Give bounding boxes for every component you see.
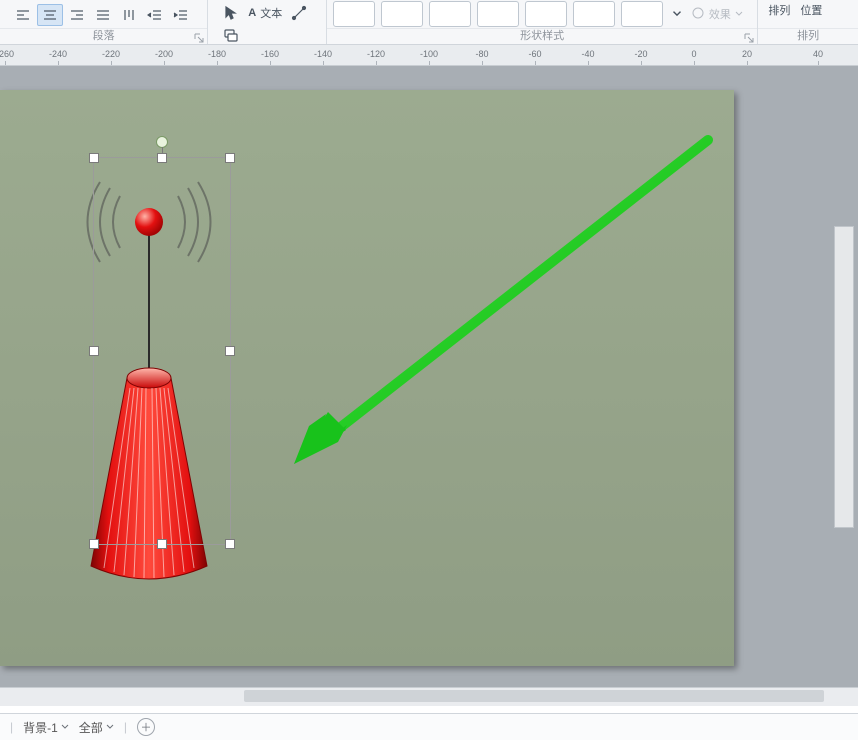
ruler-tick: -80 [470, 49, 494, 59]
workspace[interactable] [0, 66, 858, 706]
resize-handle-nw[interactable] [89, 153, 99, 163]
resize-handle-se[interactable] [225, 539, 235, 549]
ruler-tick: -220 [99, 49, 123, 59]
rotate-text-button[interactable] [117, 5, 141, 25]
shapestyles-group-label: 形状样式 [327, 28, 757, 44]
resize-handle-e[interactable] [225, 346, 235, 356]
shape-style-preset-5[interactable] [525, 1, 567, 27]
ruler-tick: -240 [46, 49, 70, 59]
letter-a-icon: A [248, 7, 256, 19]
paragraph-dialog-launcher-icon[interactable] [194, 32, 204, 42]
ruler-tick: -40 [576, 49, 600, 59]
decrease-indent-button[interactable] [143, 5, 167, 25]
rotation-handle[interactable] [156, 136, 168, 148]
effects-icon [691, 6, 705, 23]
ruler-tick: -60 [523, 49, 547, 59]
ruler-tick: 0 [682, 49, 706, 59]
arrange-dropdown-button[interactable]: 排列 [764, 2, 794, 28]
shape-style-preset-4[interactable] [477, 1, 519, 27]
ruler-tick: -200 [152, 49, 176, 59]
horizontal-scrollbar[interactable] [0, 687, 858, 706]
align-right-button[interactable] [65, 5, 89, 25]
layer-filter-label: 全部 [79, 719, 103, 736]
text-tool-button[interactable]: A 文本 [245, 3, 285, 23]
shape-style-preset-1[interactable] [333, 1, 375, 27]
chevron-down-icon [61, 723, 69, 731]
annotation-arrow [254, 126, 734, 506]
arrange-group-label: 排列 [758, 28, 858, 44]
horizontal-ruler[interactable]: -260 -240 -220 -200 -180 -160 -140 -120 … [0, 45, 858, 66]
resize-handle-ne[interactable] [225, 153, 235, 163]
align-left-button[interactable] [11, 5, 35, 25]
effects-label: 效果 [709, 6, 731, 22]
shape-style-preset-6[interactable] [573, 1, 615, 27]
shape-style-preset-3[interactable] [429, 1, 471, 27]
resize-handle-n[interactable] [157, 153, 167, 163]
ruler-tick: 40 [806, 49, 830, 59]
pointer-tool-button[interactable] [219, 3, 243, 23]
ruler-tick: -20 [629, 49, 653, 59]
connector-tool-button[interactable] [287, 3, 311, 23]
ruler-tick: 20 [735, 49, 759, 59]
status-divider: | [124, 720, 127, 734]
ruler-tick: -260 [0, 49, 17, 59]
ruler-tick: -120 [364, 49, 388, 59]
layer-filter-dropdown[interactable]: 全部 [79, 719, 114, 736]
paragraph-group-label: 段落 [0, 28, 207, 44]
align-justify-button[interactable] [91, 5, 115, 25]
shape-picker-button[interactable] [219, 25, 243, 45]
position-dropdown-button[interactable]: 位置 [796, 2, 826, 28]
shape-effects-button[interactable]: 效果 [691, 3, 743, 25]
ruler-tick: -100 [417, 49, 441, 59]
vertical-scroll-thumb[interactable] [834, 226, 854, 528]
shapestyles-dialog-launcher-icon[interactable] [744, 32, 754, 42]
page-tabs-dropdown[interactable]: 背景-1 [23, 719, 69, 736]
increase-indent-button[interactable] [169, 5, 193, 25]
vertical-scrollbar[interactable] [834, 226, 852, 526]
horizontal-scroll-thumb[interactable] [244, 690, 824, 702]
ruler-tick: -180 [205, 49, 229, 59]
text-tool-label: 文本 [260, 5, 282, 21]
chevron-down-icon [735, 10, 743, 18]
chevron-down-icon [106, 723, 114, 731]
drawing-canvas[interactable] [0, 90, 734, 666]
arrange-label: 排列 [768, 2, 790, 18]
position-label: 位置 [800, 2, 822, 18]
add-page-button[interactable]: ＋ [137, 718, 155, 736]
shape-style-preset-2[interactable] [381, 1, 423, 27]
page-tab-label: 背景-1 [23, 719, 58, 736]
shape-style-gallery-more-button[interactable] [670, 4, 684, 24]
radio-tower-shape[interactable] [74, 178, 224, 586]
ruler-tick: -160 [258, 49, 282, 59]
status-divider: | [10, 720, 13, 734]
shape-style-preset-7[interactable] [621, 1, 663, 27]
ruler-tick: -140 [311, 49, 335, 59]
align-center-button[interactable] [37, 4, 63, 26]
